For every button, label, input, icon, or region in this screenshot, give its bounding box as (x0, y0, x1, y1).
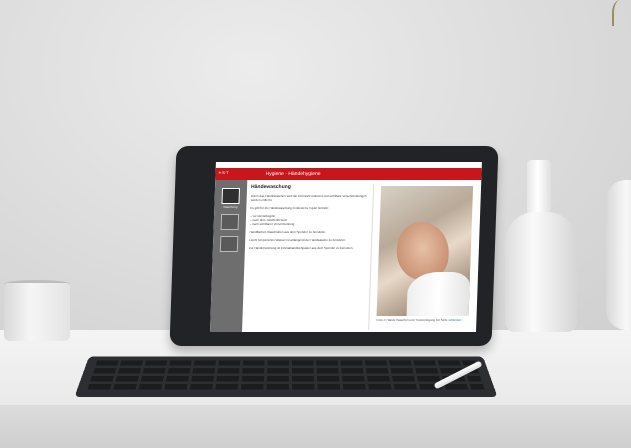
plant-branch (612, 0, 628, 26)
sleeve (406, 272, 471, 316)
key-row (95, 360, 477, 366)
app-logo: ≡·S·T (218, 170, 229, 175)
photo-caption: Foto 4: Hände Waschen und Trockenlegung … (376, 318, 468, 322)
key-row (87, 384, 485, 390)
table-edge (0, 405, 631, 448)
caption-link[interactable]: schließen › (448, 318, 463, 322)
tablet-device: Hygiene · Händehygiene ≡·S·T Waschung Hä… (169, 146, 499, 346)
side-navigation: Waschung (209, 180, 248, 332)
lesson-paragraph: Leicht temperiertes Wasser ist anfangend… (249, 238, 346, 242)
tablet-screen: Hygiene · Händehygiene ≡·S·T Waschung Hä… (209, 162, 482, 332)
lesson-paragraph: Durch das Händewaschen wird die Keimzahl… (250, 194, 367, 202)
mug (4, 283, 70, 341)
key-row (90, 376, 482, 382)
lesson-content: Händewaschung Durch das Händewaschen wir… (246, 184, 369, 330)
app-title-bar: Hygiene · Händehygiene (215, 168, 482, 180)
lesson-paragraph: Zur Händetrocknung ist Einmalhandtuchpap… (248, 246, 354, 250)
vase-body (505, 212, 577, 332)
content-divider (368, 184, 375, 330)
lesson-heading: Händewaschung (250, 184, 291, 190)
nav-item-2[interactable] (220, 214, 240, 230)
handwashing-photo (376, 186, 474, 316)
photo-scene: Hygiene · Händehygiene ≡·S·T Waschung Hä… (0, 0, 631, 448)
nav-item-waschung[interactable] (221, 188, 241, 204)
photo-caption-text: Foto 4: Hände Waschen und Trockenlegung … (376, 318, 448, 322)
vase (505, 160, 577, 332)
second-vase (606, 180, 631, 330)
lesson-paragraph: Handflächen Waschlotion aus dem Spender … (249, 230, 326, 234)
lesson-paragraph: Es gibt für die Händewaschung mindestens… (250, 206, 329, 210)
nav-item-label: Waschung (223, 205, 238, 209)
nav-item-3[interactable] (219, 236, 239, 252)
lesson-bullet: – nach sichtbarer Verschmutzung (249, 222, 295, 226)
keyboard-cover (74, 356, 498, 398)
key-row (92, 368, 480, 374)
